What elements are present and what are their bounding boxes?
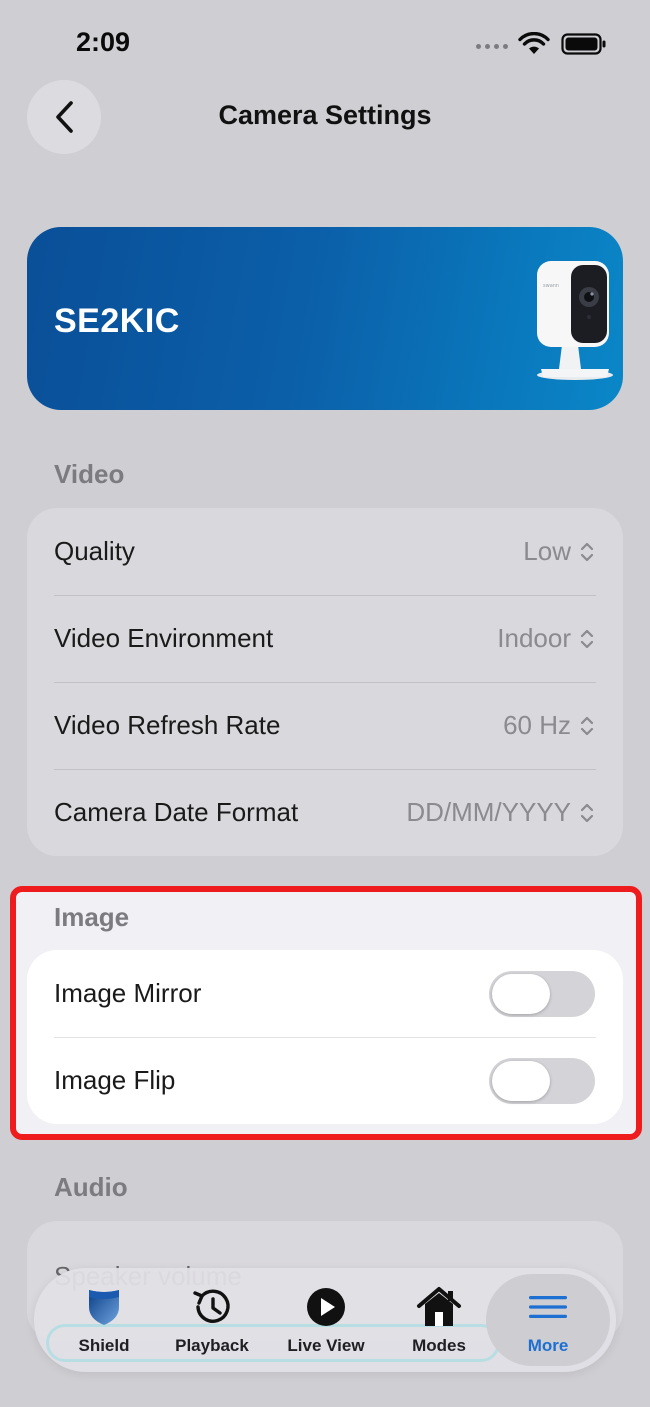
- tab-label: Modes: [412, 1336, 466, 1355]
- quality-select[interactable]: Low: [523, 536, 595, 567]
- row-label: Video Refresh Rate: [54, 710, 281, 740]
- camera-card[interactable]: SE2KIC swann: [27, 227, 623, 410]
- tab-label: More: [527, 1336, 569, 1355]
- brand-mark: swann: [543, 283, 559, 289]
- menu-icon: [529, 1296, 567, 1318]
- row-label: Camera Date Format: [54, 797, 299, 827]
- tab-shield[interactable]: Shield: [52, 1268, 156, 1372]
- section-header-video: Video: [54, 459, 125, 489]
- image-mirror-row: Image Mirror: [27, 950, 623, 1037]
- home-icon: [417, 1287, 461, 1326]
- video-settings-group: Quality Low Video Environment Indoor Vid…: [27, 508, 623, 856]
- tab-modes[interactable]: Modes: [387, 1268, 491, 1372]
- shield-icon: [89, 1290, 119, 1325]
- camera-image: swann: [537, 261, 613, 380]
- page-title: Camera Settings: [218, 100, 432, 130]
- image-settings-group: Image Mirror Image Flip: [27, 950, 623, 1124]
- play-circle-icon: [307, 1288, 345, 1326]
- video-environment-select[interactable]: Indoor: [497, 623, 595, 654]
- tab-label: Playback: [175, 1336, 249, 1355]
- image-flip-toggle[interactable]: [489, 1057, 595, 1104]
- row-label: Image Flip: [54, 1065, 176, 1095]
- row-value: Indoor: [497, 623, 571, 653]
- video-refresh-rate-row[interactable]: Video Refresh Rate 60 Hz: [27, 682, 623, 769]
- toggle-knob: [492, 1060, 550, 1101]
- row-value: DD/MM/YYYY: [406, 797, 571, 827]
- status-time: 2:09: [76, 27, 131, 57]
- tab-more[interactable]: More: [496, 1268, 600, 1372]
- row-label: Quality: [54, 536, 135, 566]
- tab-label: Shield: [78, 1336, 130, 1355]
- toggle-knob: [492, 973, 550, 1014]
- history-icon: [193, 1289, 230, 1323]
- chevron-updown-icon: [580, 629, 594, 648]
- wifi-icon: [518, 32, 550, 54]
- tab-playback[interactable]: Playback: [160, 1268, 264, 1372]
- signal-dots-icon: [476, 44, 508, 49]
- video-environment-row[interactable]: Video Environment Indoor: [27, 595, 623, 682]
- camera-date-format-row[interactable]: Camera Date Format DD/MM/YYYY: [27, 769, 623, 856]
- tab-label: Live View: [287, 1336, 365, 1355]
- chevron-updown-icon: [580, 542, 594, 561]
- section-header-image: Image: [54, 902, 130, 932]
- chevron-updown-icon: [580, 716, 594, 735]
- status-bar: 2:09: [0, 0, 650, 80]
- tab-live-view[interactable]: Live View: [274, 1268, 378, 1372]
- chevron-updown-icon: [580, 803, 594, 822]
- row-label: Video Environment: [54, 623, 274, 653]
- section-header-audio: Audio: [54, 1172, 128, 1202]
- quality-row[interactable]: Quality Low: [27, 508, 623, 595]
- row-value: Low: [523, 536, 571, 566]
- image-mirror-toggle[interactable]: [489, 970, 595, 1017]
- battery-icon: [561, 33, 606, 55]
- camera-name: SE2KIC: [54, 302, 180, 340]
- image-flip-row: Image Flip: [27, 1037, 623, 1124]
- row-label: Image Mirror: [54, 978, 202, 1008]
- video-refresh-rate-select[interactable]: 60 Hz: [503, 710, 595, 741]
- row-value: 60 Hz: [503, 710, 571, 740]
- tab-bar: Shield Playback Live View Modes More: [34, 1268, 616, 1372]
- camera-date-format-select[interactable]: DD/MM/YYYY: [406, 797, 595, 828]
